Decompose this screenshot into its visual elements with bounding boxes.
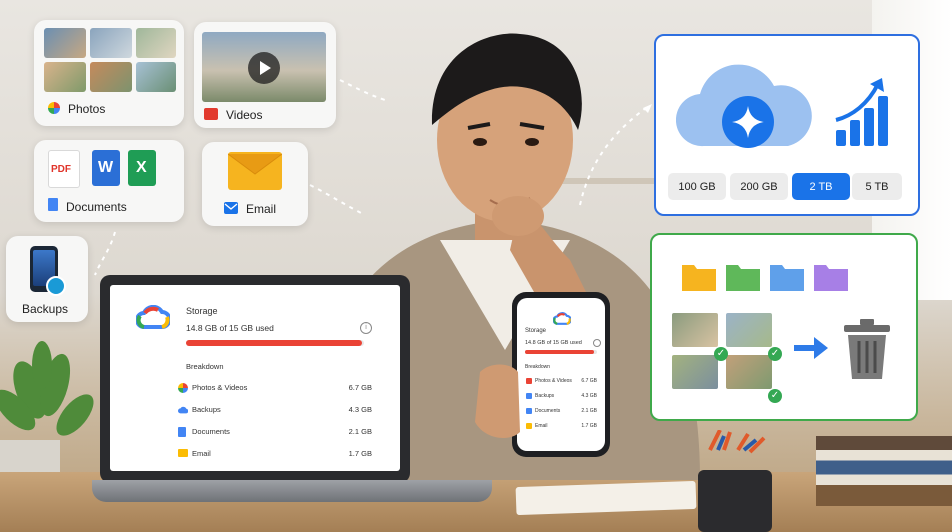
storage-usage-bar [186, 340, 364, 346]
envelope-icon [228, 152, 282, 190]
photo-thumbnail[interactable] [726, 355, 772, 389]
laptop: Storage 14.8 GB of 15 GB used i Breakdow… [100, 275, 410, 483]
plan-option-2tb-selected[interactable]: 2 TB [792, 173, 850, 200]
book-stack [816, 436, 952, 506]
photo-thumbnail [90, 62, 132, 92]
videos-label: Videos [226, 108, 263, 122]
document-icon [48, 198, 58, 211]
growth-chart-arrow-icon [835, 78, 888, 146]
backups-card[interactable]: Backups [6, 236, 88, 322]
email-label: Email [246, 202, 277, 216]
documents-card[interactable]: PDF W X Documents [34, 140, 184, 222]
google-cloud-logo-icon [553, 312, 571, 325]
info-icon[interactable]: i [360, 322, 372, 334]
email-card[interactable]: Email [202, 142, 308, 226]
trash-bin-icon[interactable] [842, 319, 892, 381]
hand [475, 364, 520, 438]
photos-pinwheel-icon [178, 383, 188, 393]
storage-usage-fill [186, 340, 362, 346]
play-icon [260, 61, 271, 75]
check-icon: ✓ [768, 347, 782, 361]
cloud-sparkle-icon [676, 64, 812, 148]
breakdown-label: Backups [192, 405, 221, 414]
sync-icon [46, 276, 66, 296]
photo-thumbnail [136, 28, 176, 58]
photo-thumbnail [136, 62, 176, 92]
laptop-storage-screen: Storage 14.8 GB of 15 GB used i Breakdow… [110, 285, 400, 471]
check-icon: ✓ [768, 389, 782, 403]
breakdown-row-backups[interactable]: Backups 4.3 GB [178, 405, 372, 417]
cleanup-card[interactable]: ✓ ✓ ✓ [650, 233, 918, 421]
email-icon [224, 202, 238, 214]
photo-thumbnail [44, 28, 86, 58]
folder-icon [726, 265, 760, 291]
folder-icon [814, 265, 848, 291]
breakdown-row-photos-videos[interactable]: Photos & Videos 6.7 GB [178, 383, 372, 395]
photos-label: Photos [68, 102, 106, 116]
pen-cup [698, 430, 772, 532]
breakdown-value: 1.7 GB [348, 449, 372, 458]
breakdown-row-email[interactable]: Email 1.7 GB [178, 449, 372, 461]
breakdown-value: 2.1 GB [348, 427, 372, 436]
storage-title: Storage [186, 306, 218, 316]
folder-icon [682, 265, 716, 291]
photo-thumbnail [90, 28, 132, 58]
scene: Photos Videos PDF W X Documents Email Ba… [0, 0, 952, 532]
breakdown-label: Photos & Videos [192, 383, 248, 392]
breakdown-title: Breakdown [186, 362, 224, 371]
check-icon: ✓ [714, 347, 728, 361]
plan-option-200gb[interactable]: 200 GB [730, 173, 788, 200]
laptop-base [92, 480, 492, 502]
play-button[interactable] [248, 52, 280, 84]
breakdown-label: Email [192, 449, 211, 458]
phone-storage-usage-text: 14.8 GB of 15 GB used [525, 340, 582, 346]
videos-card[interactable]: Videos [194, 22, 336, 128]
photo-thumbnail[interactable] [726, 313, 772, 347]
document-icon [178, 427, 186, 437]
photo-thumbnail[interactable] [672, 355, 718, 389]
photo-thumbnail[interactable] [672, 313, 718, 347]
pdf-file-icon: PDF [48, 150, 80, 188]
upgrade-storage-card[interactable]: 100 GB 200 GB 2 TB 5 TB [654, 34, 920, 216]
email-icon [178, 449, 188, 457]
excel-file-icon: X [128, 150, 156, 186]
plan-option-5tb[interactable]: 5 TB [852, 173, 902, 200]
photo-thumbnail [44, 62, 86, 92]
photos-card[interactable]: Photos [34, 20, 184, 126]
arrow-right-icon [794, 337, 828, 359]
backups-label: Backups [22, 302, 69, 316]
storage-usage-text: 14.8 GB of 15 GB used [186, 323, 274, 333]
info-icon[interactable] [593, 339, 601, 347]
breakdown-value: 6.7 GB [348, 383, 372, 392]
photos-pinwheel-icon [48, 102, 60, 114]
breakdown-value: 4.3 GB [348, 405, 372, 414]
word-file-icon: W [92, 150, 120, 186]
cloud-icon [178, 406, 188, 414]
google-cloud-logo-icon [136, 305, 170, 329]
breakdown-row-documents[interactable]: Documents 2.1 GB [178, 427, 372, 439]
documents-label: Documents [66, 200, 127, 214]
folder-icon [770, 265, 804, 291]
plan-option-100gb[interactable]: 100 GB [668, 173, 726, 200]
breakdown-label: Documents [192, 427, 230, 436]
phone-storage-title: Storage [525, 328, 547, 334]
video-clapper-icon [204, 108, 218, 120]
